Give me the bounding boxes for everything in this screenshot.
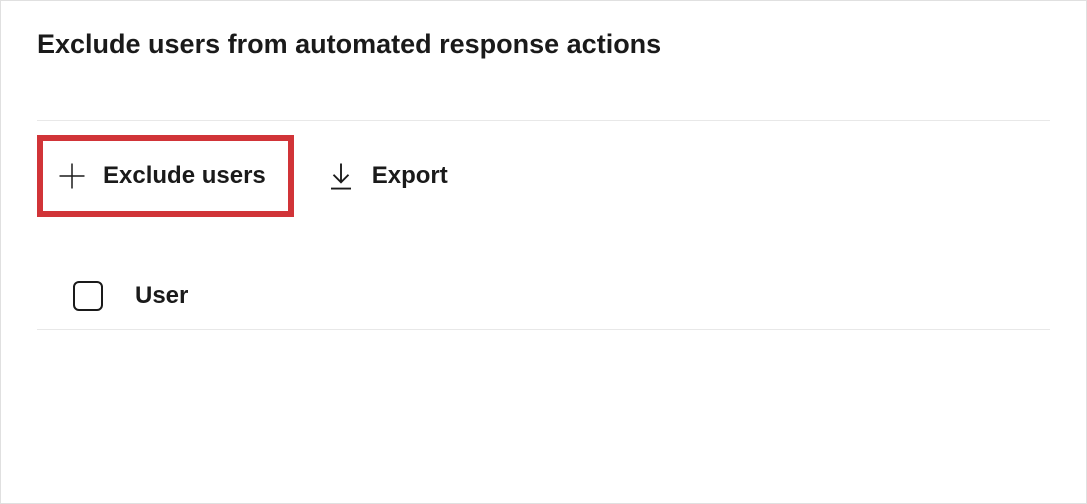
export-label: Export xyxy=(372,162,448,190)
plus-icon xyxy=(57,161,87,191)
toolbar: Exclude users Export xyxy=(37,120,1050,235)
page-title: Exclude users from automated response ac… xyxy=(37,29,1050,60)
exclude-users-label: Exclude users xyxy=(103,162,266,190)
column-header-user: User xyxy=(135,282,188,310)
table-header: User xyxy=(37,265,1050,330)
export-button[interactable]: Export xyxy=(312,149,468,203)
download-icon xyxy=(326,161,356,191)
exclude-users-button[interactable]: Exclude users xyxy=(37,135,294,217)
select-all-checkbox[interactable] xyxy=(73,281,103,311)
